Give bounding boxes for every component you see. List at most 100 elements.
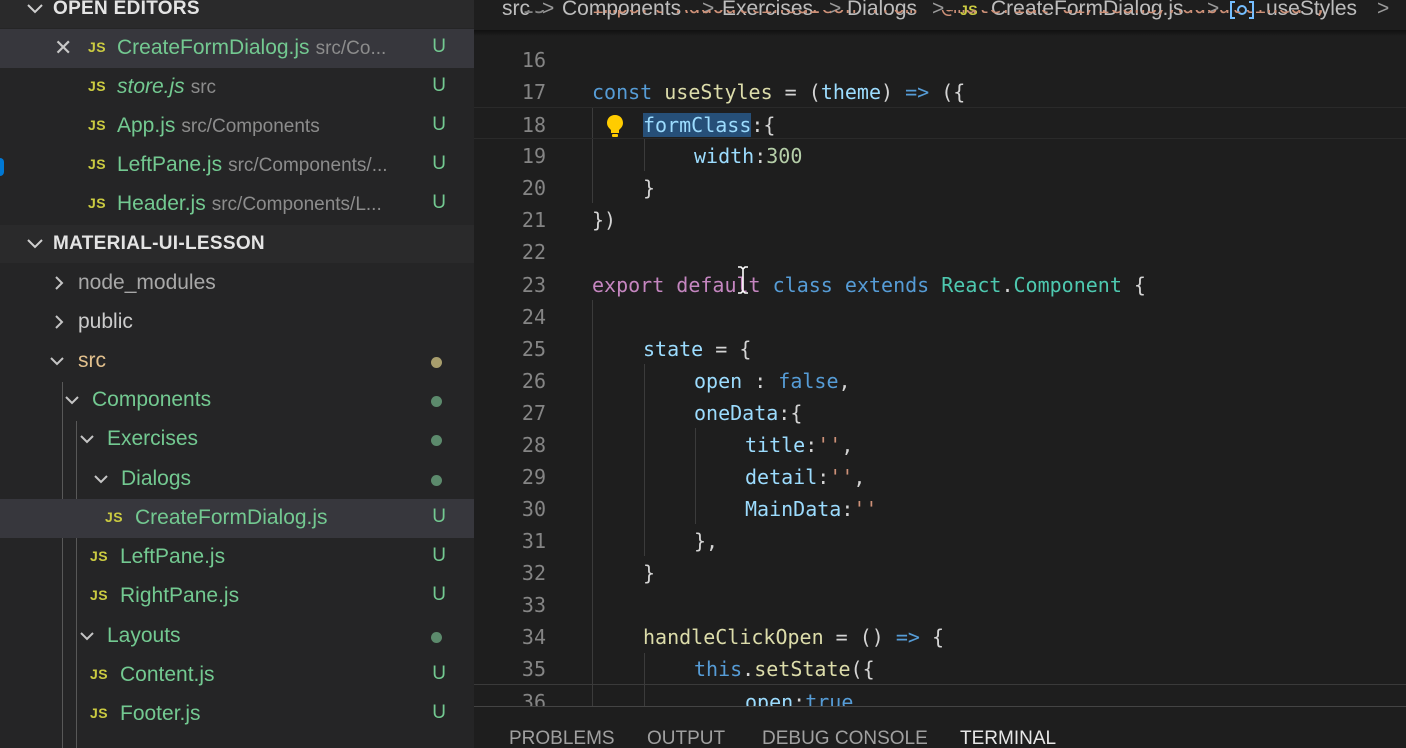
line-number: 24 [521, 305, 546, 329]
line-number: 35 [521, 657, 546, 681]
git-status-badge: U [432, 702, 446, 723]
file-label: LeftPane.js [120, 545, 226, 568]
git-status-badge: U [432, 663, 446, 684]
code-line: 17 const useStyles = (theme) => ({ [474, 75, 1406, 107]
code-text: const useStyles = (theme) => ({ [592, 80, 966, 104]
tree-folder-exercises[interactable]: Exercises [0, 420, 474, 459]
code-text: width:300 [694, 144, 803, 168]
open-editor-item[interactable]: JS store.js src U [0, 68, 474, 107]
line-number: 31 [521, 529, 546, 553]
lightbulb-icon[interactable] [604, 113, 626, 139]
chevron-down-icon [94, 475, 108, 484]
chevron-down-icon [65, 396, 79, 405]
code-line: 34 handleClickOpen = () => { [474, 620, 1406, 652]
chevron-down-icon [80, 632, 94, 641]
tab-terminal[interactable]: TERMINAL [960, 728, 1056, 748]
chevron-right-icon [55, 276, 64, 290]
tree-file-createformdialog[interactable]: JS CreateFormDialog.js U [0, 499, 474, 538]
line-number: 25 [521, 337, 546, 361]
code-line: 36 open:true [474, 684, 1406, 706]
line-number: 21 [521, 208, 546, 232]
code-editor[interactable]: src > Components > Exercises > Dialogs >… [474, 0, 1406, 706]
tree-file-content[interactable]: JS Content.js U [0, 656, 474, 695]
folder-label: Layouts [107, 624, 181, 647]
git-status-badge: U [432, 506, 446, 527]
tree-file-leftpane[interactable]: JS LeftPane.js U [0, 538, 474, 577]
tab-debug-console[interactable]: DEBUG CONSOLE [762, 728, 928, 748]
untracked-dot [431, 475, 442, 486]
line-number: 18 [521, 113, 546, 137]
git-status-badge: U [432, 192, 446, 213]
open-editors-header[interactable]: OPEN EDITORS [0, 0, 474, 28]
file-label: CreateFormDialog.js [135, 506, 328, 529]
code-line: 31 }, [474, 524, 1406, 556]
tab-output[interactable]: OUTPUT [647, 728, 725, 748]
tree-folder-layouts[interactable]: Layouts [0, 617, 474, 656]
line-number: 15 [474, 10, 546, 18]
folder-label: public [78, 310, 133, 333]
code-line: 30 MainData:'' [474, 492, 1406, 524]
git-status-badge: U [432, 36, 446, 57]
untracked-dot [431, 396, 442, 407]
code-line: 23 export default class extends React.Co… [474, 268, 1406, 300]
open-editor-filename: CreateFormDialog.js src/Co... [117, 36, 387, 59]
code-text: MainData:'' [745, 497, 878, 521]
tab-problems[interactable]: PROBLEMS [509, 728, 615, 748]
chevron-down-icon [27, 4, 43, 14]
open-editor-item[interactable]: ✕ JS CreateFormDialog.js src/Co... U [0, 29, 474, 68]
tree-folder-dialogs[interactable]: Dialogs [0, 460, 474, 499]
tree-folder-node-modules[interactable]: node_modules [0, 264, 474, 303]
code-text: export default class extends React.Compo… [592, 273, 1146, 297]
line-number: 16 [521, 48, 546, 72]
code-line: 16 [474, 43, 1406, 75]
code-text: open:true [745, 690, 854, 706]
chevron-down-icon [50, 357, 64, 366]
file-label: Footer.js [120, 702, 201, 725]
open-editors-title: OPEN EDITORS [53, 0, 200, 19]
open-editor-item[interactable]: JS App.js src/Components U [0, 107, 474, 146]
open-editor-item[interactable]: JS LeftPane.js src/Components/... U [0, 146, 474, 185]
project-folder-title: MATERIAL-UI-LESSON [53, 233, 265, 254]
code-line: 25 state = { [474, 332, 1406, 364]
tree-file-rightpane[interactable]: JS RightPane.js U [0, 577, 474, 616]
mouse-cursor-icon [738, 266, 748, 294]
code-text: } [643, 561, 656, 585]
modified-dot [431, 357, 442, 368]
file-label: Content.js [120, 663, 215, 686]
code-text: open : false, [694, 369, 851, 393]
line-number: 28 [521, 433, 546, 457]
line-number: 22 [521, 240, 546, 264]
code-text: detail:'', [745, 465, 866, 489]
js-file-icon: JS [88, 156, 107, 172]
line-number: 36 [521, 690, 546, 706]
close-icon[interactable]: ✕ [54, 37, 74, 59]
git-status-badge: U [432, 75, 446, 96]
js-file-icon: JS [90, 666, 109, 682]
js-file-icon: JS [88, 117, 107, 133]
open-editor-filename: store.js src [117, 75, 217, 98]
tree-folder-public[interactable]: public [0, 303, 474, 342]
line-number: 30 [521, 497, 546, 521]
tree-folder-src[interactable]: src [0, 342, 474, 381]
open-editor-filename: LeftPane.js src/Components/... [117, 153, 388, 176]
line-number: 34 [521, 625, 546, 649]
chevron-right-icon [55, 315, 64, 329]
code-text: state = { [643, 337, 752, 361]
code-text: title:'', [745, 433, 854, 457]
code-line: 24 [474, 300, 1406, 332]
line-number: 20 [521, 176, 546, 200]
chevron-down-icon [80, 435, 94, 444]
git-status-badge: U [432, 153, 446, 174]
code-line: 32 } [474, 556, 1406, 588]
folder-label: Components [92, 388, 212, 411]
code-text: handleClickOpen = () => { [643, 625, 945, 649]
git-status-badge: U [432, 584, 446, 605]
js-file-icon: JS [88, 39, 107, 55]
tree-file-footer[interactable]: JS Footer.js U [0, 695, 474, 734]
open-editor-filename: App.js src/Components [117, 114, 320, 137]
tree-folder-components[interactable]: Components [0, 381, 474, 420]
code-line: 27 oneData:{ [474, 396, 1406, 428]
open-editor-item[interactable]: JS Header.js src/Components/L... U [0, 185, 474, 224]
project-folder-header[interactable]: MATERIAL-UI-LESSON [0, 225, 474, 263]
code-line: 28 title:'', [474, 428, 1406, 460]
